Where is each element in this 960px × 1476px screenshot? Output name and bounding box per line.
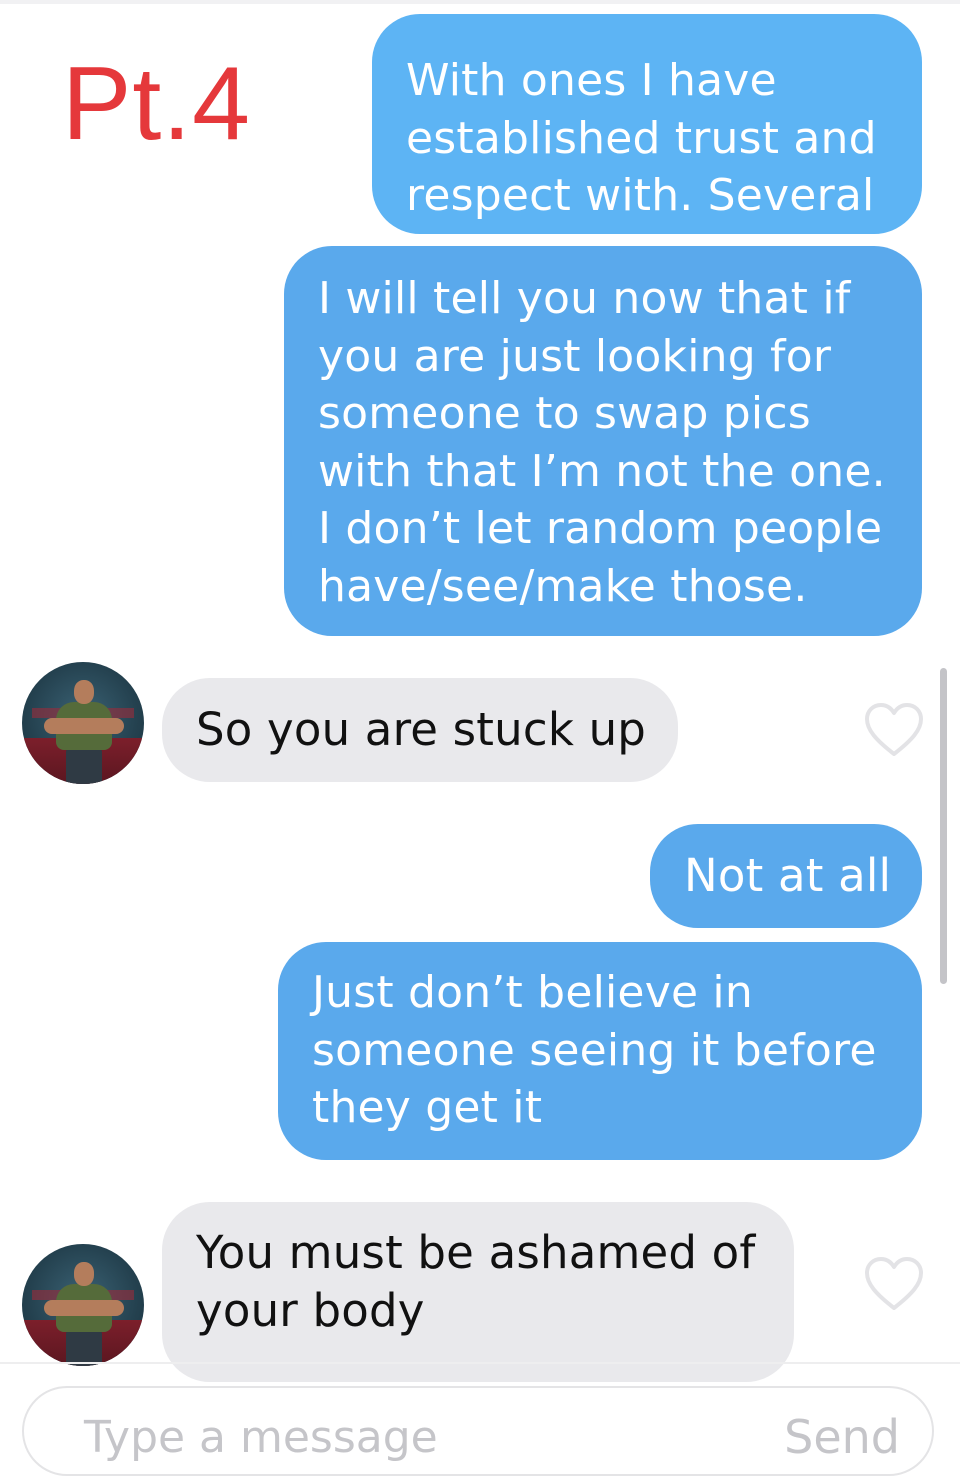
avatar-figure-legs — [66, 748, 102, 784]
avatar-figure-legs — [66, 1330, 102, 1366]
message-text: I will tell you now that if you are just… — [318, 273, 886, 612]
overlay-part-label: Pt.4 — [62, 46, 251, 162]
heart-icon[interactable] — [864, 1256, 924, 1312]
message-text: You must be ashamed of your body — [196, 1226, 756, 1337]
outgoing-message-bubble[interactable]: With ones I have established trust and r… — [372, 14, 922, 234]
message-text: Not at all — [684, 849, 892, 902]
scrollbar[interactable] — [940, 668, 947, 984]
message-text: So you are stuck up — [196, 703, 647, 756]
avatar-figure-head — [74, 680, 94, 704]
avatar-figure-arms — [44, 1300, 124, 1316]
outgoing-message-bubble[interactable]: Just don’t believe in someone seeing it … — [278, 942, 922, 1160]
match-avatar[interactable] — [22, 662, 144, 784]
message-input[interactable]: Type a message — [84, 1412, 438, 1463]
match-avatar[interactable] — [22, 1244, 144, 1366]
composer-divider — [0, 1362, 960, 1364]
message-text: With ones I have established trust and r… — [406, 55, 877, 221]
incoming-message-bubble[interactable]: So you are stuck up — [162, 678, 678, 782]
message-composer: Type a message Send — [22, 1386, 934, 1476]
outgoing-message-bubble[interactable]: Not at all — [650, 824, 922, 928]
incoming-message-bubble[interactable]: You must be ashamed of your body — [162, 1202, 794, 1382]
avatar-figure-arms — [44, 718, 124, 734]
heart-icon[interactable] — [864, 702, 924, 758]
top-edge — [0, 0, 960, 4]
outgoing-message-bubble[interactable]: I will tell you now that if you are just… — [284, 246, 922, 636]
send-button[interactable]: Send — [784, 1410, 900, 1464]
message-text: Just don’t believe in someone seeing it … — [312, 967, 877, 1133]
avatar-figure-head — [74, 1262, 94, 1286]
